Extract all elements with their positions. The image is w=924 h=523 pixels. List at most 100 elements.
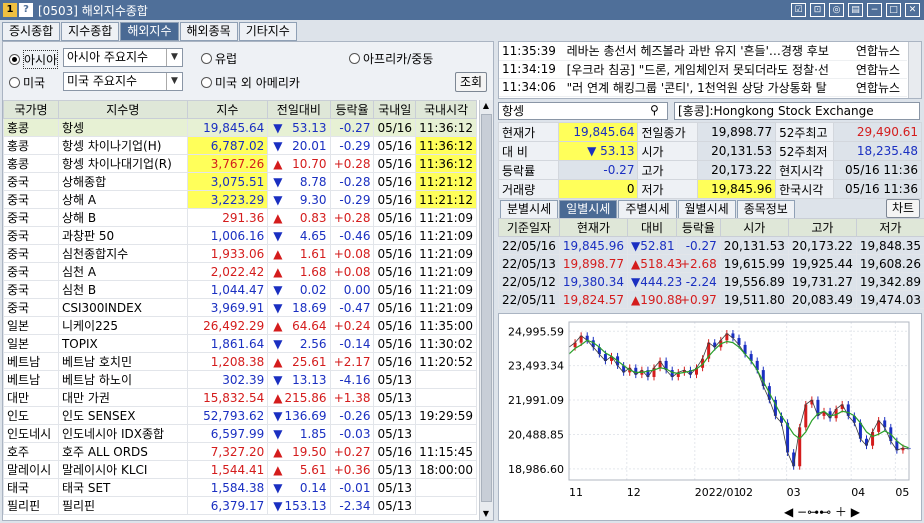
pin-icon[interactable]: ⊡	[810, 3, 825, 17]
quote-row: 현재가19,845.64전일종가19,898.7752주최고29,490.61	[499, 123, 922, 142]
table-row[interactable]: 필리핀필리핀6,379.17▼153.13-2.3405/13	[4, 497, 477, 515]
col-country[interactable]: 국가명	[4, 101, 59, 119]
country-cell: 인도	[4, 407, 59, 425]
table-row[interactable]: 홍콩항셍 차이나기업(H)6,787.02▼20.01-0.2905/1611:…	[4, 137, 477, 155]
col-d-low[interactable]: 저가	[856, 219, 924, 237]
country-cell: 인도네시	[4, 425, 59, 443]
col-date[interactable]: 국내일	[374, 101, 416, 119]
tab-market[interactable]: 증시종합	[2, 22, 60, 41]
table-row[interactable]: 일본TOPIX1,861.64▼2.56-0.1405/1611:30:02	[4, 335, 477, 353]
tab-daily[interactable]: 일별시세	[559, 200, 617, 219]
col-index[interactable]: 지수	[187, 101, 268, 119]
daily-low: 19,342.89	[856, 273, 924, 291]
window-title: [0503] 해외지수종합	[38, 2, 148, 19]
tab-info[interactable]: 종목정보	[737, 200, 795, 219]
table-row[interactable]: 태국태국 SET1,584.38▼0.14-0.0105/13	[4, 479, 477, 497]
index-name-cell: 심천 A	[58, 263, 187, 281]
camera-icon[interactable]: ◎	[829, 3, 844, 17]
time-cell	[416, 479, 477, 497]
daily-row[interactable]: 22/05/1619,845.96▼52.81-0.2720,131.5320,…	[499, 237, 924, 255]
news-item[interactable]: 11:34:06"러 연계 해킹그룹 '콘티', 1천억원 상당 가상통화 탈연…	[499, 78, 907, 96]
table-row[interactable]: 호주호주 ALL ORDS7,327.20▲19.50+0.2705/1611:…	[4, 443, 477, 461]
tab-foreign-stock[interactable]: 해외종목	[180, 22, 238, 41]
quote-value: -0.27	[558, 161, 638, 180]
table-row[interactable]: 중국상해 A3,223.29▼9.30-0.2905/1611:21:12	[4, 191, 477, 209]
daily-row[interactable]: 22/05/1119,824.57▲190.88+0.9719,511.8020…	[499, 291, 924, 309]
time-cell: 11:35:00	[416, 317, 477, 335]
date-cell: 05/16	[374, 353, 416, 371]
x-tick-label: 11	[569, 486, 583, 499]
col-time[interactable]: 국내시각	[416, 101, 477, 119]
table-row[interactable]: 중국상해 B291.36▲0.83+0.2805/1611:21:09	[4, 209, 477, 227]
americas-radio[interactable]: 미국 외 아메리카	[201, 74, 300, 91]
daily-row[interactable]: 22/05/1319,898.77▲518.43+2.6819,615.9919…	[499, 255, 924, 273]
africa-radio[interactable]: 아프리카/중동	[349, 50, 433, 67]
rate-cell: -0.29	[330, 137, 374, 155]
col-rate[interactable]: 등락율	[330, 101, 374, 119]
news-item[interactable]: 11:34:19[우크라 침공] "드론, 게임체인저 못되더라도 정찰·선연합…	[499, 60, 907, 78]
asia-select[interactable]: 아시아 주요지수▼	[63, 48, 183, 67]
news-item[interactable]: 11:35:39레바논 총선서 헤즈볼라 과반 유지 '흔들'…경쟁 후보연합뉴…	[499, 42, 907, 60]
col-change[interactable]: 전일대비	[268, 101, 330, 119]
col-d-date[interactable]: 기준일자	[499, 219, 560, 237]
help-icon[interactable]: ?	[19, 3, 33, 17]
search-icon[interactable]: ⚲	[650, 103, 659, 117]
col-d-open[interactable]: 시가	[720, 219, 788, 237]
col-d-high[interactable]: 고가	[788, 219, 856, 237]
table-row[interactable]: 일본니케이22526,492.29▲64.64+0.2405/1611:35:0…	[4, 317, 477, 335]
table-row[interactable]: 인도인도 SENSEX52,793.62▼136.69-0.2605/1319:…	[4, 407, 477, 425]
table-row[interactable]: 중국과창판 501,006.16▼4.65-0.4605/1611:21:09	[4, 227, 477, 245]
col-name[interactable]: 지수명	[58, 101, 187, 119]
tab-weekly[interactable]: 주별시세	[618, 200, 676, 219]
time-cell	[416, 497, 477, 515]
col-d-change[interactable]: 대비	[627, 219, 676, 237]
tab-foreign-index[interactable]: 해외지수	[120, 22, 178, 41]
tab-index[interactable]: 지수종합	[61, 22, 119, 41]
zoom-out-icon[interactable]: ◀ −⊶⊷ ＋ ▶	[784, 505, 861, 519]
table-row[interactable]: 홍콩항셍 차이나대기업(R)3,767.26▲10.70+0.2805/1611…	[4, 155, 477, 173]
europe-radio[interactable]: 유럽	[201, 50, 237, 67]
close-icon[interactable]: ✕	[905, 3, 920, 17]
table-row[interactable]: 홍콩항셍19,845.64▼53.13-0.2705/1611:36:12	[4, 119, 477, 137]
daily-rate: +0.97	[676, 291, 720, 309]
scroll-thumb[interactable]	[481, 114, 492, 502]
table-row[interactable]: 베트남베트남 하노이302.39▼13.13-4.1605/13	[4, 371, 477, 389]
link-icon[interactable]: ☑	[791, 3, 806, 17]
tab-other-index[interactable]: 기타지수	[239, 22, 297, 41]
minimize-icon[interactable]: −	[867, 3, 882, 17]
date-cell: 05/16	[374, 173, 416, 191]
date-cell: 05/16	[374, 209, 416, 227]
news-scrollbar[interactable]	[908, 42, 921, 98]
daily-row[interactable]: 22/05/1219,380.34▼444.23-2.2419,556.8919…	[499, 273, 924, 291]
x-tick-label: 02	[739, 486, 753, 499]
col-d-price[interactable]: 현재가	[559, 219, 627, 237]
maximize-icon[interactable]: □	[886, 3, 901, 17]
asia-radio[interactable]: 아시아	[9, 50, 58, 69]
table-row[interactable]: 중국심천 A2,022.42▲1.68+0.0805/1611:21:09	[4, 263, 477, 281]
print-icon[interactable]: ▤	[848, 3, 863, 17]
table-row[interactable]: 중국CSI300INDEX3,969.91▼18.69-0.4705/1611:…	[4, 299, 477, 317]
table-row[interactable]: 베트남베트남 호치민1,208.38▲25.61+2.1705/1611:20:…	[4, 353, 477, 371]
chart-button[interactable]: 차트	[886, 199, 920, 218]
scroll-up-icon[interactable]: ▲	[480, 100, 492, 112]
us-radio[interactable]: 미국	[9, 74, 45, 91]
us-select[interactable]: 미국 주요지수▼	[63, 72, 183, 91]
y-tick-label: 23,493.34	[508, 360, 564, 373]
tab-minute[interactable]: 분별시세	[500, 200, 558, 219]
tab-monthly[interactable]: 월별시세	[678, 200, 736, 219]
arrow-icon: ▲	[273, 211, 282, 225]
search-button[interactable]: 조회	[455, 72, 487, 92]
title-bar: 1 ? [0503] 해외지수종합 ☑ ⊡ ◎ ▤ − □ ✕	[0, 0, 924, 20]
table-row[interactable]: 중국심천 B1,044.47▼0.020.0005/1611:21:09	[4, 281, 477, 299]
scroll-down-icon[interactable]: ▼	[480, 508, 492, 520]
arrow-icon: ▲	[273, 319, 282, 333]
table-row[interactable]: 중국심천종합지수1,933.06▲1.61+0.0805/1611:21:09	[4, 245, 477, 263]
col-d-rate[interactable]: 등락율	[676, 219, 720, 237]
index-table-scrollbar[interactable]: ▲ ▼	[479, 100, 493, 520]
table-row[interactable]: 인도네시인도네시아 IDX종합6,597.99▼1.85-0.0305/13	[4, 425, 477, 443]
table-row[interactable]: 말레이시말레이시아 KLCI1,544.41▲5.61+0.3605/1318:…	[4, 461, 477, 479]
table-row[interactable]: 중국상해종합3,075.51▼8.78-0.2805/1611:21:12	[4, 173, 477, 191]
symbol-input[interactable]: 항셍	[498, 102, 668, 120]
arrow-icon: ▼	[273, 337, 282, 351]
table-row[interactable]: 대만대만 가권15,832.54▲215.86+1.3805/13	[4, 389, 477, 407]
